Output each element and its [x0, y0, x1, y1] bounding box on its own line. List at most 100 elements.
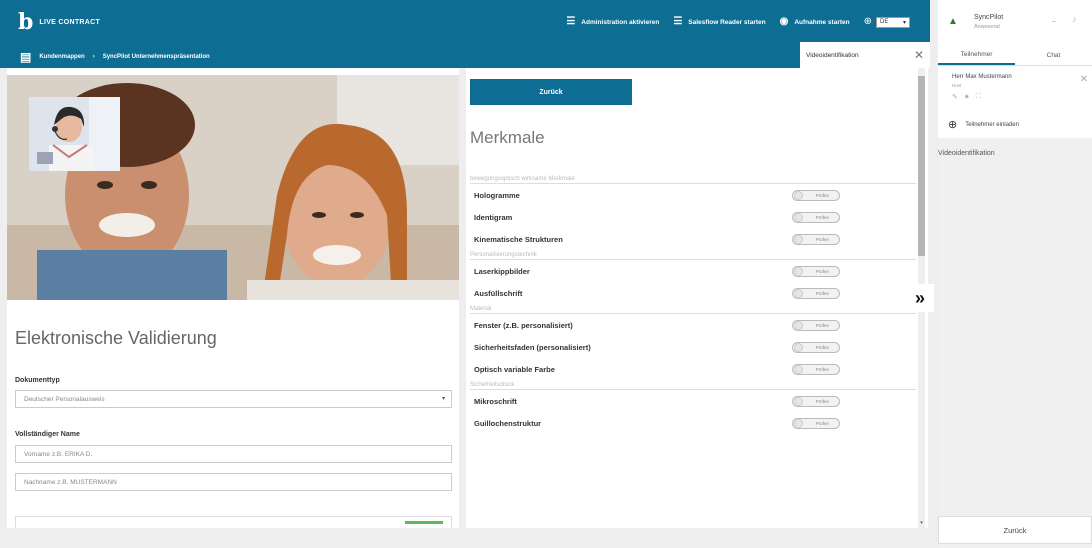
edit-icon[interactable]: ✎ [952, 93, 958, 101]
microphone-icon[interactable]: ♪ [1072, 14, 1077, 24]
lastname-placeholder: Nachname z.B. MUSTERMANN [24, 478, 117, 486]
caret-down-icon: ▾ [902, 19, 906, 26]
minimize-icon[interactable]: – [1052, 18, 1056, 25]
record-start-label: Aufnahme starten [794, 18, 850, 26]
toggle-label: Prüfen [815, 420, 829, 426]
feature-label: Sicherheitsfaden (personalisiert) [474, 342, 591, 352]
toggle-label: Prüfen [815, 344, 829, 350]
feature-row: Kinematische Strukturen Prüfen [470, 228, 916, 250]
validation-panel: Elektronische Validierung Dokumenttyp De… [7, 68, 459, 528]
record-start-button[interactable]: ◉ Aufnahme starten [780, 17, 850, 27]
user-icon: ▲ [948, 16, 958, 27]
toggle-knob [794, 419, 803, 428]
back-button[interactable]: Zurück [470, 79, 632, 105]
participant-controls: ✎ ✷ ⛶ [952, 93, 981, 101]
customer-video-feed [7, 75, 459, 300]
expand-panel-button[interactable]: » [906, 284, 934, 312]
feature-label: Laserkippbilder [474, 266, 530, 276]
check-toggle[interactable]: Prüfen [792, 233, 840, 245]
agent-video-thumbnail[interactable] [29, 97, 120, 171]
feature-row: Sicherheitsfaden (personalisiert) Prüfen [470, 336, 916, 358]
toggle-label: Prüfen [815, 366, 829, 372]
check-toggle[interactable]: Prüfen [792, 287, 840, 299]
sidebar-back-button[interactable]: Zurück [938, 516, 1092, 544]
toggle-label: Prüfen [815, 192, 829, 198]
feature-label: Identigram [474, 212, 513, 222]
submit-button-edge[interactable] [405, 521, 443, 524]
lastname-field[interactable]: Nachname z.B. MUSTERMANN [15, 473, 452, 491]
double-chevron-right-icon: » [914, 287, 925, 308]
toggle-label: Prüfen [815, 268, 829, 274]
check-toggle[interactable]: Prüfen [792, 417, 840, 429]
tab-videoidentifikation-label: Videoidentifikation [806, 51, 859, 59]
header-row: b LIVE CONTRACT ☰ Administration aktivie… [0, 6, 930, 38]
check-toggle[interactable]: Prüfen [792, 395, 840, 407]
participant-role: Host [952, 83, 962, 88]
feature-label: Kinematische Strukturen [474, 234, 563, 244]
camera-icon[interactable]: ✷ [964, 93, 970, 101]
toggle-label: Prüfen [815, 236, 829, 242]
list-icon: ☰ [566, 16, 576, 27]
check-toggle[interactable]: Prüfen [792, 189, 840, 201]
toggle-knob [794, 343, 803, 352]
feature-row: Hologramme Prüfen [470, 184, 916, 206]
toggle-label: Prüfen [815, 290, 829, 296]
section-header-optical: bewegungsoptisch wirksame Merkmale [470, 174, 916, 184]
invite-participant-button[interactable]: ⊕ Teilnehmer einladen [948, 118, 1019, 131]
admin-activate-button[interactable]: ☰ Administration aktivieren [566, 17, 659, 27]
check-toggle[interactable]: Prüfen [792, 319, 840, 331]
fullscreen-icon[interactable]: ⛶ [976, 93, 981, 101]
record-icon: ◉ [779, 16, 789, 27]
user-name: SyncPilot [974, 14, 1004, 21]
toggle-knob [794, 289, 803, 298]
add-circle-icon: ⊕ [948, 119, 958, 131]
list-icon: ☰ [673, 16, 683, 27]
salesflow-reader-button[interactable]: ☰ Salesflow Reader starten [673, 17, 765, 27]
language-select[interactable]: DE ▾ [876, 16, 910, 28]
tab-chat[interactable]: Chat [1015, 46, 1092, 65]
toggle-label: Prüfen [815, 214, 829, 220]
breadcrumb-item-kundenmappen[interactable]: Kundenmappen [39, 54, 84, 60]
tab-videoidentifikation[interactable]: Videoidentifikation ✕ [800, 42, 930, 68]
firstname-field[interactable]: Vorname z.B. ERIKA D. [15, 445, 452, 463]
validation-title: Elektronische Validierung [15, 328, 217, 348]
toggle-knob [794, 235, 803, 244]
salesflow-reader-label: Salesflow Reader starten [688, 18, 766, 26]
current-user: ▲ SyncPilot Anwesend – ♪ [938, 0, 1092, 46]
breadcrumb-item-presentation[interactable]: SyncPilot Unternehmenspräsentation [103, 54, 210, 60]
doc-type-select[interactable]: Deutscher Personalausweis ▾ [15, 390, 452, 408]
close-icon[interactable]: ✕ [1080, 74, 1088, 85]
toggle-knob [794, 191, 803, 200]
doc-type-label: Dokumenttyp [15, 377, 60, 384]
check-toggle[interactable]: Prüfen [792, 265, 840, 277]
scroll-thumb[interactable] [918, 76, 925, 256]
tab-teilnehmer[interactable]: Teilnehmer [938, 46, 1015, 65]
feature-label: Optisch variable Farbe [474, 364, 555, 374]
logo[interactable]: b LIVE CONTRACT [18, 11, 100, 33]
feature-row: Guillochenstruktur Prüfen [470, 412, 916, 434]
features-panel: Zurück Merkmale bewegungsoptisch wirksam… [466, 68, 928, 528]
check-toggle[interactable]: Prüfen [792, 211, 840, 223]
toggle-label: Prüfen [815, 398, 829, 404]
check-toggle[interactable]: Prüfen [792, 363, 840, 375]
user-role: Anwesend [974, 24, 1000, 30]
language-picker[interactable]: ⊕ DE ▾ [863, 16, 910, 28]
close-icon[interactable]: ✕ [914, 48, 924, 62]
globe-icon: ⊕ [863, 16, 872, 27]
feature-label: Fenster (z.B. personalisiert) [474, 320, 573, 330]
breadcrumb: ▤ Kundenmappen › SyncPilot Unternehmensp… [20, 51, 210, 63]
scroll-down-icon[interactable]: ▾ [918, 520, 925, 526]
breadcrumb-separator-icon: › [92, 54, 95, 60]
sidebar-tabs: Teilnehmer Chat [938, 46, 1092, 66]
toggle-knob [794, 397, 803, 406]
toggle-knob [794, 267, 803, 276]
feature-label: Hologramme [474, 190, 520, 200]
feature-row: Fenster (z.B. personalisiert) Prüfen [470, 314, 916, 336]
feature-row: Optisch variable Farbe Prüfen [470, 358, 916, 380]
feature-row: Mikroschrift Prüfen [470, 390, 916, 412]
check-toggle[interactable]: Prüfen [792, 341, 840, 353]
toggle-label: Prüfen [815, 322, 829, 328]
feature-list: bewegungsoptisch wirksame Merkmale Holog… [470, 174, 916, 434]
feature-label: Guillochenstruktur [474, 418, 542, 428]
briefcase-icon: ▤ [20, 50, 32, 64]
